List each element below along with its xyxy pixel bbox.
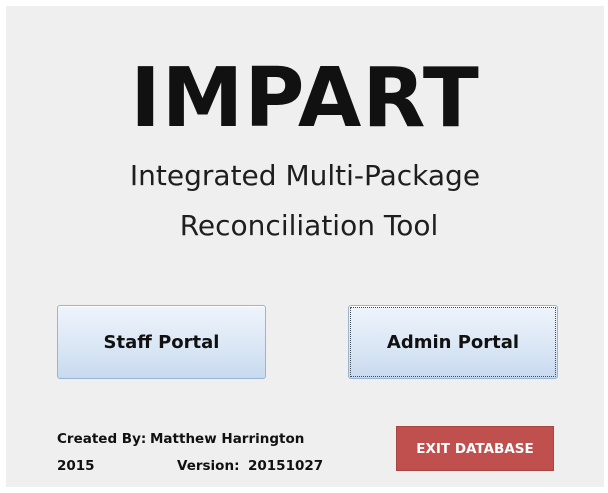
app-subtitle-line1: Integrated Multi-Package (129, 159, 481, 192)
exit-database-label: EXIT DATABASE (416, 440, 534, 457)
year-label: 2015 (57, 458, 95, 474)
created-by-label: Created By: (57, 431, 147, 447)
admin-portal-label: Admin Portal (386, 331, 520, 353)
admin-portal-button[interactable]: Admin Portal (348, 305, 558, 379)
staff-portal-button[interactable]: Staff Portal (57, 305, 266, 379)
main-form: IMPART Integrated Multi-Package Reconcil… (6, 6, 604, 487)
app-title: IMPART (130, 51, 480, 146)
version-value: 20151027 (248, 458, 324, 474)
app-subtitle-line2: Reconciliation Tool (179, 209, 439, 242)
created-by-name: Matthew Harrington (150, 431, 305, 447)
staff-portal-label: Staff Portal (103, 331, 220, 353)
exit-database-button[interactable]: EXIT DATABASE (396, 426, 554, 471)
version-label: Version: (177, 458, 240, 474)
